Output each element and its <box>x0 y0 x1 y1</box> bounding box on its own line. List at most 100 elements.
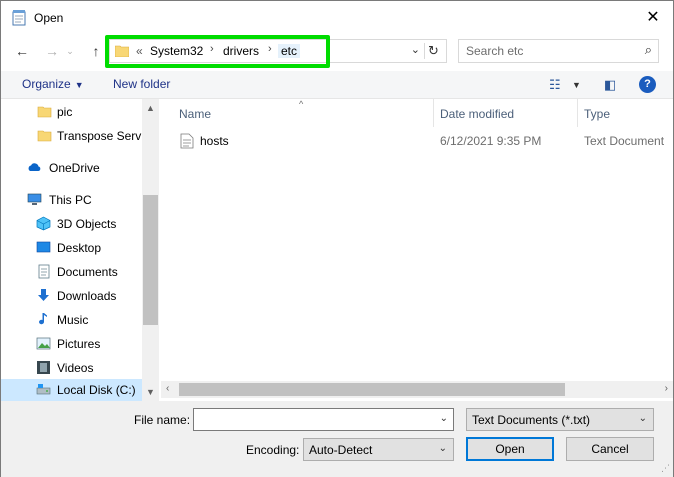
file-name-label: File name: <box>134 413 191 427</box>
nav-item-documents[interactable]: Documents <box>1 261 142 283</box>
help-icon[interactable]: ? <box>639 76 656 93</box>
nav-item-this-pc[interactable]: This PC <box>1 189 142 211</box>
refresh-icon[interactable]: ↻ <box>424 43 442 59</box>
nav-item-label: 3D Objects <box>57 217 117 231</box>
scroll-up-icon[interactable]: ▲ <box>146 103 155 113</box>
file-name: hosts <box>200 134 229 148</box>
nav-item-label: pic <box>57 105 73 119</box>
nav-item-label: Desktop <box>57 241 102 255</box>
view-options-dropdown-icon[interactable]: ▼ <box>572 80 581 90</box>
file-row[interactable]: hosts 6/12/2021 9:35 PM Text Document <box>161 130 673 152</box>
nav-item-music[interactable]: Music <box>1 309 142 331</box>
search-placeholder: Search etc <box>466 44 524 58</box>
file-list: ^ Name Date modified Type hosts 6/12/202… <box>161 99 673 401</box>
file-type-filter[interactable]: Text Documents (*.txt) ⌄ <box>466 408 654 431</box>
encoding-value: Auto-Detect <box>309 443 373 457</box>
file-type-filter-value: Text Documents (*.txt) <box>472 413 591 427</box>
text-file-icon <box>180 133 194 149</box>
up-arrow-icon[interactable]: ↑ <box>85 41 107 61</box>
view-details-icon[interactable]: ☷ <box>549 77 561 93</box>
column-divider[interactable] <box>433 99 434 127</box>
nav-item-label: Local Disk (C:) <box>57 383 136 397</box>
search-icon[interactable]: ⌕ <box>645 42 652 58</box>
title-bar[interactable]: Open ✕ <box>1 1 673 35</box>
column-divider[interactable] <box>577 99 578 127</box>
column-header-name[interactable]: Name <box>179 107 211 121</box>
cloud-icon <box>28 163 41 171</box>
nav-item-pic[interactable]: pic <box>1 101 142 123</box>
column-header-date-modified[interactable]: Date modified <box>440 107 514 121</box>
nav-item-videos[interactable]: Videos <box>1 357 142 379</box>
window-title: Open <box>34 11 64 25</box>
nav-item-label: Transpose Service <box>57 129 142 143</box>
organize-button[interactable]: Organize ▼ <box>22 77 84 91</box>
encoding-select[interactable]: Auto-Detect ⌄ <box>303 438 454 461</box>
nav-item-label: Videos <box>57 361 94 375</box>
chevron-down-icon[interactable]: ⌄ <box>440 413 448 424</box>
breadcrumb-etc[interactable]: etc <box>278 44 301 58</box>
nav-item-desktop[interactable]: Desktop <box>1 237 142 259</box>
breadcrumb-chevron-icon[interactable]: › <box>268 43 272 55</box>
breadcrumb-chevron-icon[interactable]: › <box>210 43 214 55</box>
folder-icon <box>37 130 52 142</box>
address-dropdown-icon[interactable]: ⌄ <box>411 43 420 56</box>
nav-item-label: This PC <box>49 193 92 207</box>
disk-icon <box>36 384 51 395</box>
navigation-pane: pic Transpose Service OneDrive This PC 3… <box>1 99 159 401</box>
film-icon <box>37 361 50 374</box>
recent-dropdown-icon[interactable]: ⌄ <box>63 41 77 61</box>
folder-icon <box>115 45 129 57</box>
nav-item-3d-objects[interactable]: 3D Objects <box>1 213 142 235</box>
breadcrumb-drivers[interactable]: drivers <box>223 44 259 58</box>
breadcrumb-system32[interactable]: System32 <box>150 44 203 58</box>
scrollbar-thumb[interactable] <box>143 195 158 325</box>
desktop-icon <box>36 241 51 253</box>
chevron-down-icon: ▼ <box>74 80 84 90</box>
computer-icon <box>27 193 42 205</box>
pictures-icon <box>36 337 51 350</box>
scroll-left-icon[interactable]: ‹ <box>166 383 169 394</box>
open-button[interactable]: Open <box>466 437 554 461</box>
organize-label: Organize <box>22 77 71 91</box>
breadcrumb-overflow[interactable]: « <box>136 44 143 58</box>
file-date: 6/12/2021 9:35 PM <box>440 134 542 148</box>
cancel-button[interactable]: Cancel <box>566 437 654 461</box>
new-folder-button[interactable]: New folder <box>113 77 170 91</box>
horizontal-scrollbar[interactable]: ‹ › <box>161 381 673 398</box>
bottom-panel: File name: ⌄ Text Documents (*.txt) ⌄ En… <box>1 401 673 477</box>
scrollbar-thumb[interactable] <box>179 383 565 396</box>
preview-pane-icon[interactable]: ◧ <box>604 77 616 93</box>
nav-item-label: Documents <box>57 265 118 279</box>
music-note-icon <box>39 313 47 325</box>
search-box[interactable]: Search etc ⌕ <box>458 39 659 63</box>
open-dialog: Open ✕ ← → ⌄ ↑ « System32 › drivers › et… <box>0 0 674 477</box>
nav-item-pictures[interactable]: Pictures <box>1 333 142 355</box>
folder-icon <box>37 106 52 118</box>
nav-item-local-disk[interactable]: Local Disk (C:) <box>1 379 142 401</box>
chevron-down-icon: ⌄ <box>438 443 447 454</box>
nav-item-downloads[interactable]: Downloads <box>1 285 142 307</box>
file-name-input[interactable]: ⌄ <box>193 408 454 431</box>
nav-item-onedrive[interactable]: OneDrive <box>1 157 142 179</box>
column-header-type[interactable]: Type <box>584 107 610 121</box>
address-bar[interactable]: « System32 › drivers › etc ⌄ ↻ <box>109 39 447 63</box>
encoding-label: Encoding: <box>246 443 300 457</box>
sort-ascending-icon: ^ <box>299 99 304 109</box>
nav-scrollbar[interactable]: ▲ ▼ <box>142 99 159 401</box>
scroll-right-icon[interactable]: › <box>665 383 668 394</box>
nav-item-label: OneDrive <box>49 161 100 175</box>
nav-item-label: Downloads <box>57 289 117 303</box>
close-button[interactable]: ✕ <box>643 8 663 28</box>
download-arrow-icon <box>38 289 49 301</box>
file-type: Text Document <box>584 134 665 148</box>
back-arrow-icon[interactable]: ← <box>11 41 33 61</box>
command-bar: Organize ▼ New folder ☷ ▼ ◧ ? <box>1 71 673 99</box>
documents-icon <box>38 264 50 279</box>
forward-arrow-icon[interactable]: → <box>41 41 63 61</box>
nav-item-label: Music <box>57 313 89 327</box>
cube-icon <box>36 216 51 231</box>
scroll-down-icon[interactable]: ▼ <box>146 387 155 397</box>
nav-item-label: Pictures <box>57 337 101 351</box>
nav-item-transpose-service[interactable]: Transpose Service <box>1 125 142 147</box>
resize-grip-icon[interactable]: ⋰ <box>661 463 670 474</box>
